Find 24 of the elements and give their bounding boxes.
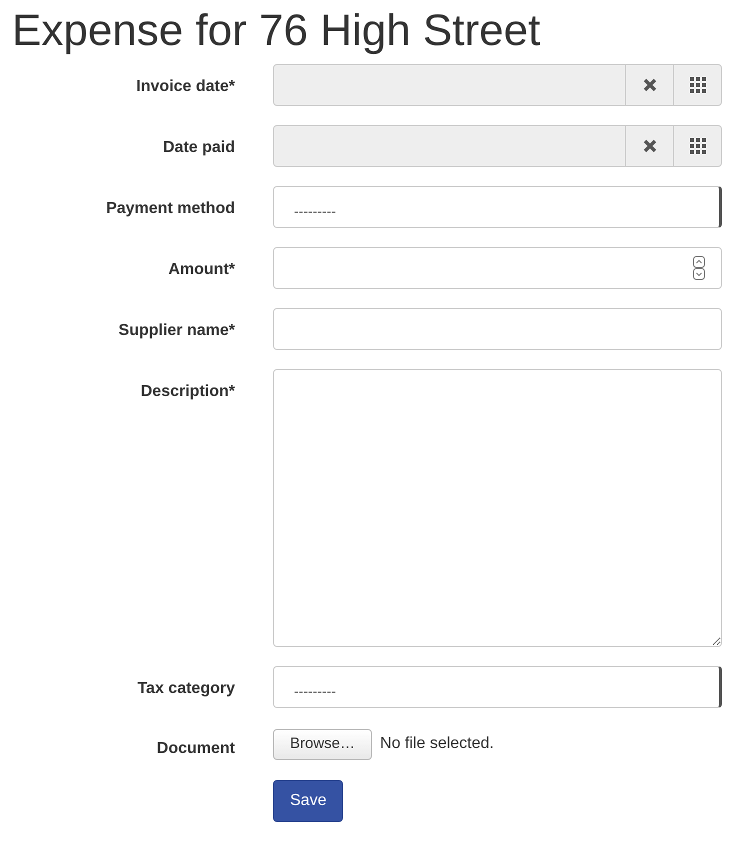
field-label: Payment method xyxy=(106,199,235,219)
grid-icon xyxy=(690,138,706,154)
close-icon xyxy=(642,139,656,153)
field-label: Supplier name* xyxy=(118,321,235,341)
field-label: Document xyxy=(156,739,235,759)
text-area[interactable] xyxy=(273,369,722,647)
select-field[interactable]: --------- xyxy=(273,186,722,228)
close-icon xyxy=(642,78,656,92)
field-label: Description* xyxy=(140,382,235,402)
field-label: Invoice date* xyxy=(136,77,235,97)
number-field[interactable] xyxy=(273,247,722,289)
grid-icon xyxy=(690,77,706,93)
save-button[interactable]: Save xyxy=(273,780,344,822)
date-field[interactable] xyxy=(273,125,722,167)
text-field[interactable] xyxy=(273,308,722,350)
field-label: Amount* xyxy=(168,260,235,280)
file-status: No file selected. xyxy=(380,734,494,754)
spinner-icon xyxy=(693,256,705,280)
select-field[interactable]: --------- xyxy=(273,666,722,708)
date-field[interactable] xyxy=(273,64,722,106)
browse-button[interactable]: Browse… xyxy=(273,728,372,760)
field-label: Date paid xyxy=(162,138,235,158)
page-title: Expense for 76 High Street xyxy=(11,5,542,57)
field-label: Tax category xyxy=(137,679,235,699)
